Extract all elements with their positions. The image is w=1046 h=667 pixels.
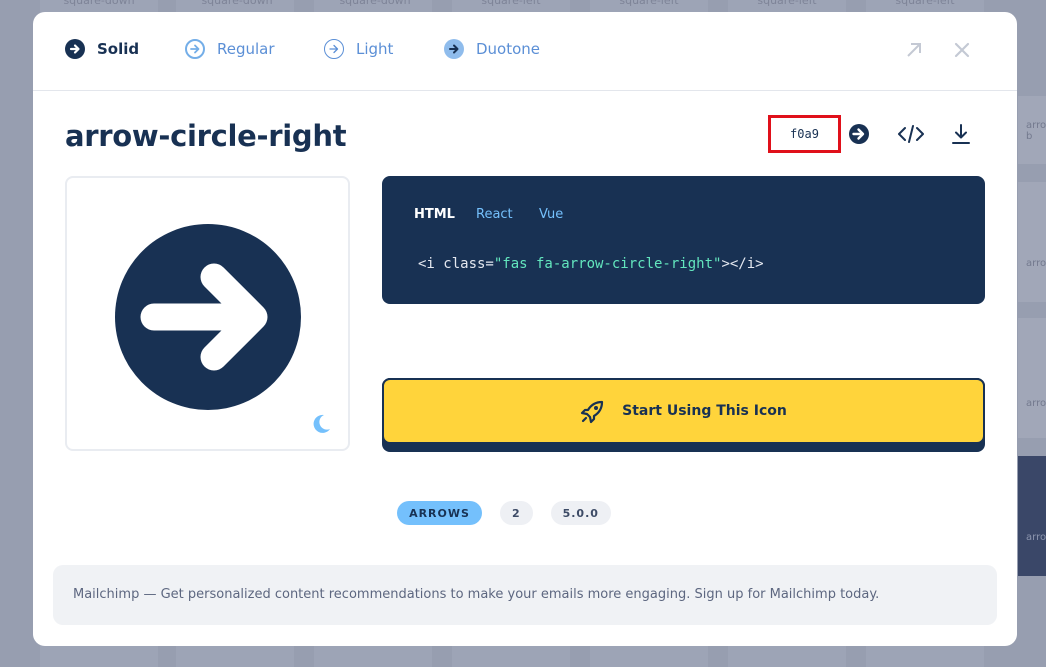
close-icon[interactable] [951, 40, 973, 62]
icon-detail-modal: Solid Regular Light Duotone arrow-circle… [33, 12, 1017, 646]
unicode-value[interactable]: f0a9 [768, 115, 841, 153]
start-using-button[interactable]: Start Using This Icon [382, 378, 985, 452]
start-using-label: Start Using This Icon [622, 403, 787, 419]
count-chip: 2 [499, 501, 533, 525]
icon-title: arrow-circle-right [65, 119, 347, 153]
arrow-circle-right-icon [65, 39, 85, 59]
tab-solid[interactable]: Solid [65, 39, 139, 59]
download-icon[interactable] [950, 123, 972, 145]
code-tab-html[interactable]: HTML [414, 207, 455, 222]
tab-label: Light [356, 40, 394, 58]
tab-light[interactable]: Light [324, 39, 393, 59]
tab-label: Solid [97, 40, 140, 58]
tab-label: Regular [217, 40, 275, 58]
version-chip: 5.0.0 [550, 501, 611, 525]
arrow-circle-right-icon [185, 39, 205, 59]
icon-meta-chips: ARROWS 2 5.0.0 [33, 501, 1017, 525]
expand-icon[interactable] [903, 40, 925, 62]
arrow-circle-right-icon [115, 224, 301, 410]
code-snippet[interactable]: <i class="fas fa-arrow-circle-right"></i… [418, 256, 764, 272]
code-tab-vue[interactable]: Vue [539, 207, 563, 222]
tab-duotone[interactable]: Duotone [444, 39, 540, 59]
tab-regular[interactable]: Regular [185, 39, 275, 59]
rocket-icon [581, 400, 604, 424]
tab-label: Duotone [476, 40, 541, 58]
arrow-circle-right-icon[interactable] [848, 123, 870, 145]
arrow-circle-right-icon [324, 39, 344, 59]
start-using-button-face: Start Using This Icon [382, 378, 985, 444]
arrow-circle-right-icon [444, 39, 464, 59]
sponsor-ad[interactable]: Mailchimp — Get personalized content rec… [53, 565, 997, 625]
moon-icon[interactable] [310, 413, 332, 435]
icon-preview [65, 176, 350, 451]
code-icon[interactable] [897, 123, 925, 145]
category-chip[interactable]: ARROWS [397, 501, 482, 525]
code-snippet-panel: HTML React Vue <i class="fas fa-arrow-ci… [382, 176, 985, 304]
style-tabs: Solid Regular Light Duotone [33, 12, 1017, 91]
code-tab-react[interactable]: React [476, 207, 513, 222]
